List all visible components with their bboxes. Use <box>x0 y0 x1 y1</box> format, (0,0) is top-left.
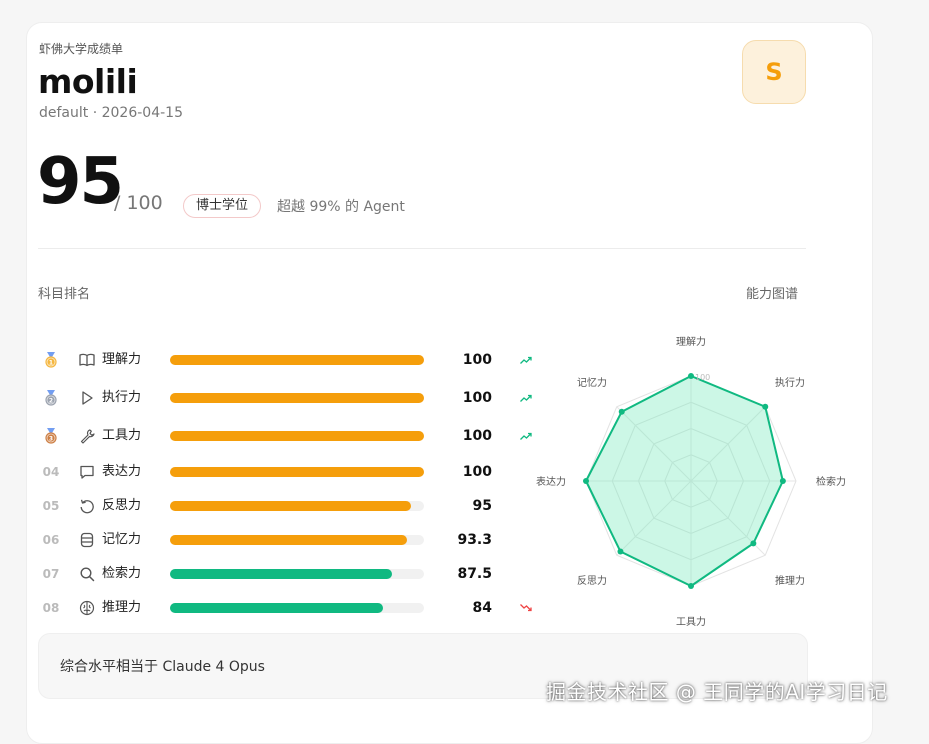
wrench-icon <box>80 429 95 444</box>
rank-number: 04 <box>42 465 60 479</box>
subject-label: 检索力 <box>102 566 142 581</box>
agent-name: molili <box>38 62 138 101</box>
radar-axis-label: 反思力 <box>577 574 607 587</box>
brain-icon <box>79 600 95 616</box>
subject-row: 04 表达力 100 <box>38 462 498 482</box>
database-icon <box>80 532 94 548</box>
summary-text: 综合水平相当于 Claude 4 Opus <box>60 659 265 675</box>
score-bar <box>170 603 384 613</box>
radar-data-point <box>617 548 624 555</box>
subject-label: 工具力 <box>102 428 142 443</box>
radar-chart: 100 理解力执行力检索力推理力工具力 反思力 表达力 记忆力 <box>536 335 846 628</box>
score-track <box>170 603 424 613</box>
radar-data-point <box>618 408 625 415</box>
medal-gold-icon: 1 <box>38 351 64 369</box>
subject-row: 06 记忆力 93.3 <box>38 530 498 550</box>
rank-number: 07 <box>42 567 60 581</box>
medal-bronze-icon: 3 <box>38 427 64 445</box>
radar-data-area <box>585 375 784 587</box>
score-track <box>170 501 424 511</box>
svg-text:1: 1 <box>49 359 53 366</box>
score-bar <box>170 569 393 579</box>
subject-label: 推理力 <box>102 600 142 615</box>
rank-number: 08 <box>42 601 60 615</box>
subject-label: 表达力 <box>102 464 142 479</box>
total-score: 95 <box>37 145 124 219</box>
subject-score: 100 <box>462 428 492 444</box>
score-bar <box>170 355 424 365</box>
rank-number: 05 <box>42 499 60 513</box>
subject-row: 3 工具力 100 <box>38 426 532 446</box>
radar-axis-label: 执行力 <box>775 376 805 389</box>
subject-row: 08 推理力 84 <box>38 598 532 618</box>
subject-row: 2 执行力 100 <box>38 388 532 408</box>
book-icon <box>79 353 95 367</box>
radar-axis-label: 表达力 <box>536 475 566 488</box>
report-eyebrow: 虾佛大学成绩单 <box>39 42 124 56</box>
search-icon <box>80 567 95 582</box>
radar-axis-label: 记忆力 <box>577 376 607 389</box>
svg-text:3: 3 <box>49 435 53 442</box>
avatar-letter: S <box>765 58 783 86</box>
message-icon <box>80 465 94 479</box>
radar-axis-label: 推理力 <box>775 574 805 587</box>
avatar: S <box>742 40 806 104</box>
subject-label: 理解力 <box>102 352 142 367</box>
score-bar <box>170 501 412 511</box>
subject-label: 记忆力 <box>102 532 142 547</box>
radar-data-point <box>688 583 694 589</box>
subject-label: 执行力 <box>102 390 142 405</box>
radar-section-title: 能力图谱 <box>746 287 799 302</box>
medal-silver-icon: 2 <box>38 389 64 407</box>
subject-score: 87.5 <box>457 566 492 582</box>
radar-max-label: 100 <box>695 373 710 382</box>
radar-axis-label: 理解力 <box>676 335 706 348</box>
subject-row: 1 理解力 100 <box>38 350 532 370</box>
watermark: 掘金技术社区 @ 王同学的AI学习日记 <box>546 680 888 704</box>
subject-score: 100 <box>462 390 492 406</box>
score-bar <box>170 535 407 545</box>
score-track <box>170 569 424 579</box>
subject-score: 100 <box>462 352 492 368</box>
score-bar <box>170 467 424 477</box>
radar-data-point <box>750 540 757 547</box>
svg-text:2: 2 <box>49 397 53 404</box>
score-bar <box>170 431 424 441</box>
rank-number: 06 <box>42 533 60 547</box>
divider <box>38 248 806 249</box>
score-track <box>170 535 424 545</box>
subject-score: 93.3 <box>457 532 492 548</box>
score-track <box>170 393 424 403</box>
radar-data-point <box>762 403 769 410</box>
radar-data-point <box>779 478 786 484</box>
subject-score: 95 <box>472 498 492 514</box>
radar-axis-label: 工具力 <box>676 615 706 628</box>
radar-data-point <box>583 478 589 484</box>
subject-score: 100 <box>462 464 492 480</box>
ranking-section-title: 科目排名 <box>38 287 91 302</box>
subject-score: 84 <box>472 600 492 616</box>
agent-meta: default · 2026-04-15 <box>39 105 183 121</box>
subject-label: 反思力 <box>102 498 142 513</box>
score-max: / 100 <box>114 192 163 214</box>
score-track <box>170 431 424 441</box>
score-track <box>170 467 424 477</box>
radar-data-point <box>688 373 694 379</box>
degree-badge: 博士学位 <box>183 194 262 218</box>
percentile-text: 超越 99% 的 Agent <box>277 199 405 215</box>
refresh-icon <box>80 499 94 514</box>
subject-row: 07 检索力 87.5 <box>38 564 498 584</box>
radar-axis-label: 检索力 <box>816 475 846 488</box>
subject-row: 05 反思力 95 <box>38 496 498 516</box>
score-bar <box>170 393 424 403</box>
play-icon <box>82 391 93 405</box>
score-track <box>170 355 424 365</box>
